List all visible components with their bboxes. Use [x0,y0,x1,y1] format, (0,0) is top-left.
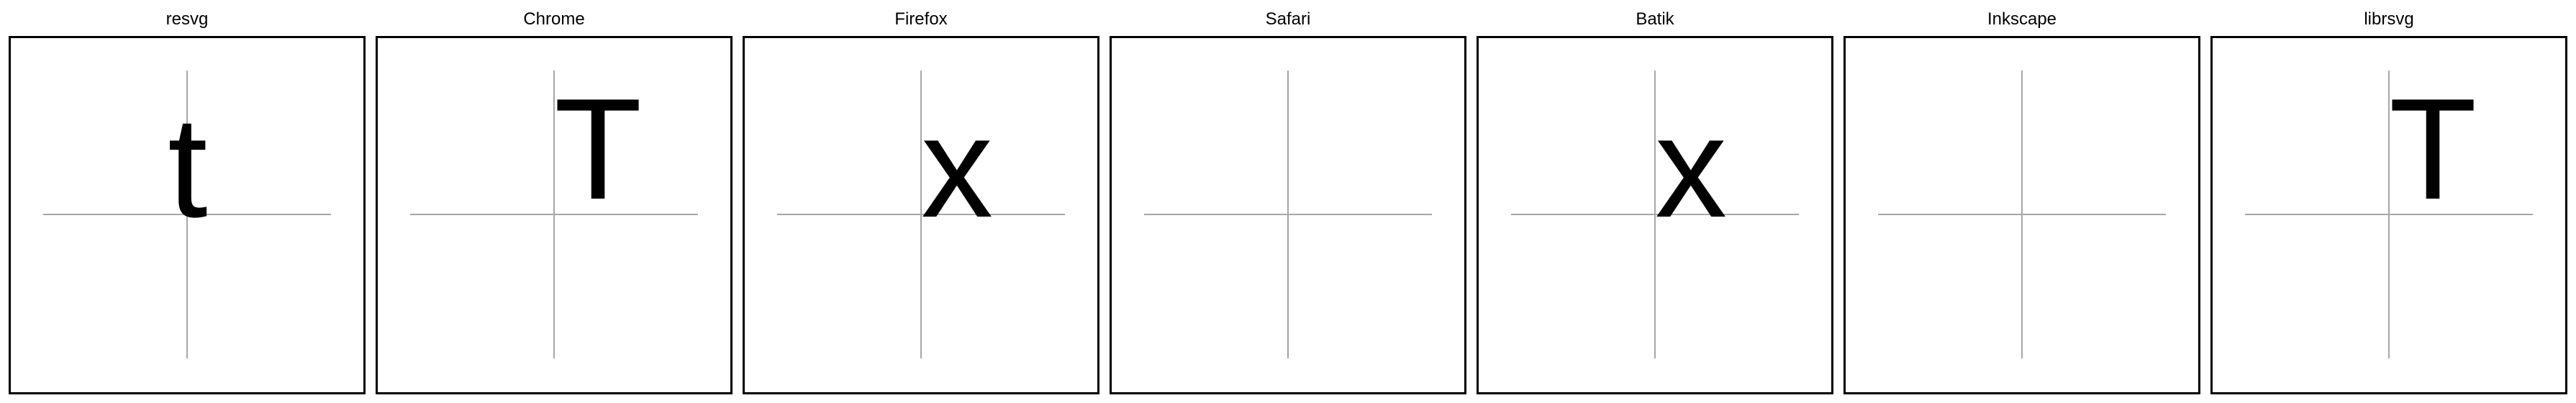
crosshair-vertical [1287,71,1289,358]
panel-title: resvg [165,9,209,29]
panel-title: Inkscape [1987,9,2057,29]
render-frame [1843,36,2200,394]
rendered-glyph: T [2389,69,2477,230]
render-frame: x [743,36,1099,394]
panel-librsvg: librsvg T [2210,0,2567,403]
panel-inkscape: Inkscape [1843,0,2200,403]
panel-chrome: Chrome T [376,0,733,403]
panel-title: Batik [1636,9,1674,29]
render-frame [1110,36,1466,394]
panel-resvg: resvg t [9,0,366,403]
render-frame: x [1477,36,1833,394]
rendered-glyph: t [168,87,208,248]
rendered-glyph: T [554,69,643,230]
rendered-glyph: x [1655,87,1727,248]
panel-title: librsvg [2364,9,2414,29]
panel-safari: Safari [1110,0,1466,403]
render-frame: T [376,36,733,394]
render-frame: T [2210,36,2567,394]
panel-title: Firefox [894,9,948,29]
panel-title: Safari [1265,9,1311,29]
rendered-glyph: x [921,87,993,248]
panel-firefox: Firefox x [743,0,1099,403]
render-frame: t [9,36,366,394]
panel-batik: Batik x [1477,0,1833,403]
crosshair-vertical [2021,71,2023,358]
panel-title: Chrome [523,9,585,29]
